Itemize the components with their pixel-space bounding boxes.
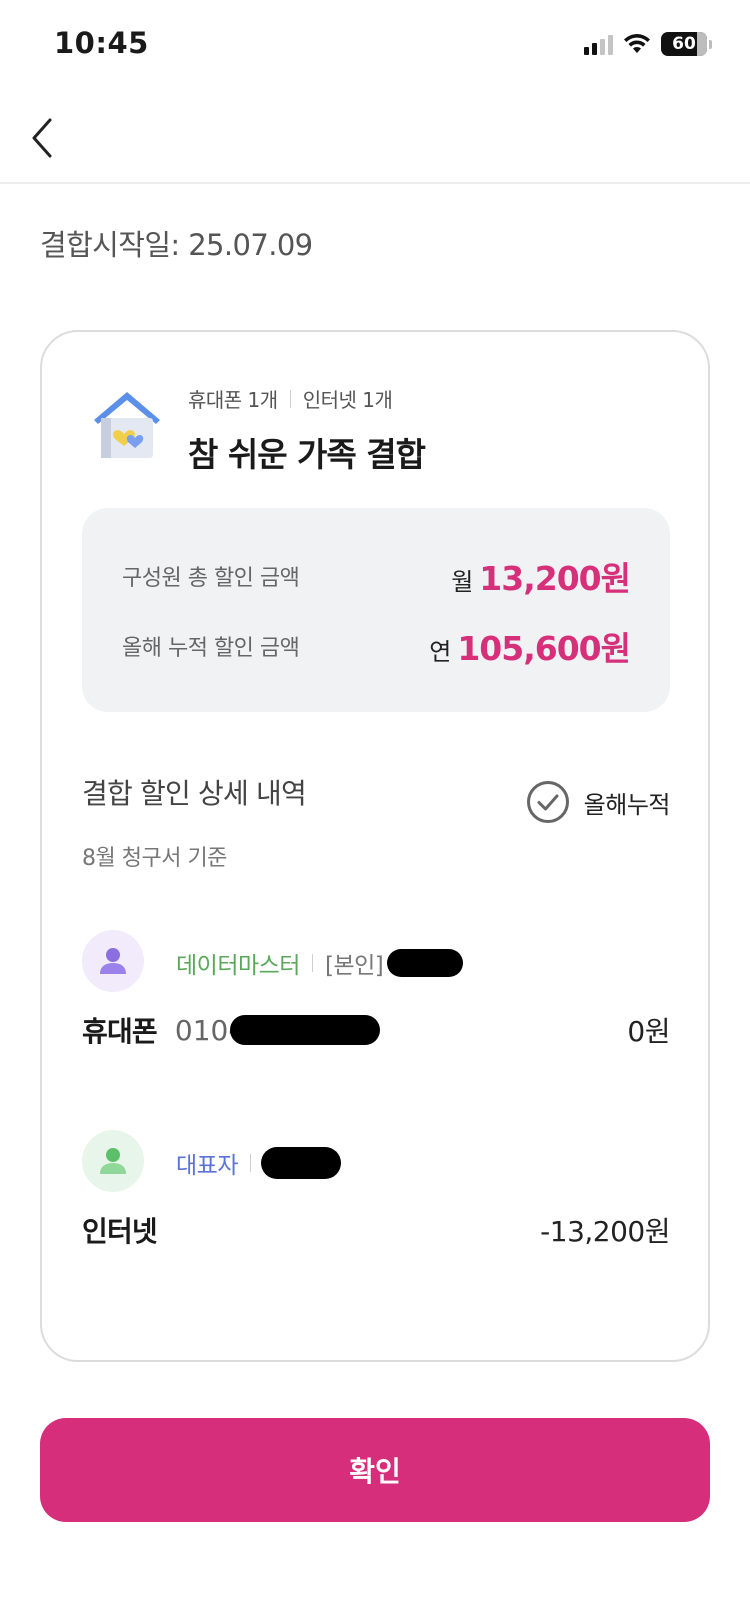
monthly-discount-row: 구성원 총 할인 금액 월 13,200원 — [122, 552, 631, 600]
service-type: 휴대폰 — [82, 1015, 158, 1048]
separator — [249, 1154, 251, 1172]
monthly-discount-label: 구성원 총 할인 금액 — [122, 566, 300, 591]
status-bar: 10:45 60 — [0, 0, 750, 90]
person-icon — [100, 1148, 126, 1174]
battery-level: 60 — [672, 34, 696, 54]
avatar — [82, 1130, 144, 1192]
member-service-line: 휴대폰 010- 0원 — [82, 1010, 670, 1050]
member-service-line: 인터넷 -13,200원 — [82, 1210, 670, 1250]
plan-title: 참 쉬운 가족 결합 — [188, 435, 426, 474]
yearly-toggle-label: 올해누적 — [583, 790, 671, 819]
product-internet-count: 인터넷 1개 — [302, 388, 393, 412]
yearly-discount-row: 올해 누적 할인 금액 연 105,600원 — [122, 622, 631, 670]
wifi-icon — [624, 34, 650, 53]
monthly-prefix: 월 — [451, 568, 474, 596]
product-phone-count: 휴대폰 1개 — [188, 388, 278, 412]
person-icon — [100, 948, 126, 974]
detail-title: 결합 할인 상세 내역 — [82, 777, 307, 810]
app-screen: 10:45 60 결합시작일: 25.07.09 휴대폰 1개 인터넷 1개 참… — [0, 0, 750, 1624]
member-plan-name: 대표자 — [176, 1153, 238, 1179]
battery-cap — [709, 39, 712, 49]
status-time: 10:45 — [54, 26, 149, 60]
confirm-button[interactable]: 확인 — [40, 1418, 710, 1522]
yearly-discount-value: 연 105,600원 — [429, 622, 631, 670]
monthly-discount-value: 월 13,200원 — [451, 552, 631, 600]
member-plan-name: 데이터마스터 — [176, 953, 300, 979]
back-button[interactable] — [26, 114, 66, 164]
discount-summary: 구성원 총 할인 금액 월 13,200원 올해 누적 할인 금액 연 105,… — [82, 508, 670, 712]
check-circle-icon — [526, 781, 569, 823]
redacted-phone — [230, 1015, 381, 1045]
yearly-discount-amount: 105,600원 — [457, 629, 631, 668]
cellular-signal-icon — [584, 33, 613, 55]
monthly-discount-amount: 13,200원 — [479, 559, 631, 598]
member-role: [본인] — [324, 953, 384, 979]
family-house-icon — [94, 392, 160, 458]
status-icons: 60 — [584, 32, 712, 56]
phone-number-prefix: 010- — [174, 1013, 239, 1047]
combination-start-date: 결합시작일: 25.07.09 — [40, 228, 313, 262]
service-discount-amount: -13,200원 — [540, 1215, 670, 1248]
product-summary: 휴대폰 1개 인터넷 1개 — [188, 384, 393, 413]
service-type: 인터넷 — [82, 1215, 158, 1248]
redacted-name — [260, 1147, 341, 1179]
nav-header — [0, 96, 750, 184]
redacted-name — [387, 949, 464, 977]
yearly-prefix: 연 — [429, 638, 452, 666]
separator — [311, 954, 313, 972]
member-tags: 대표자 — [176, 1146, 341, 1180]
combination-card: 휴대폰 1개 인터넷 1개 참 쉬운 가족 결합 구성원 총 할인 금액 월 1… — [40, 330, 710, 1362]
yearly-discount-label: 올해 누적 할인 금액 — [122, 636, 300, 661]
yearly-cumulative-toggle[interactable]: 올해누적 — [526, 780, 671, 824]
separator — [289, 389, 291, 408]
battery-icon: 60 — [661, 32, 707, 56]
avatar — [82, 930, 144, 992]
service-discount-amount: 0원 — [627, 1015, 670, 1048]
member-tags: 데이터마스터 [본인] — [176, 946, 464, 980]
detail-subtitle: 8월 청구서 기준 — [82, 846, 227, 871]
